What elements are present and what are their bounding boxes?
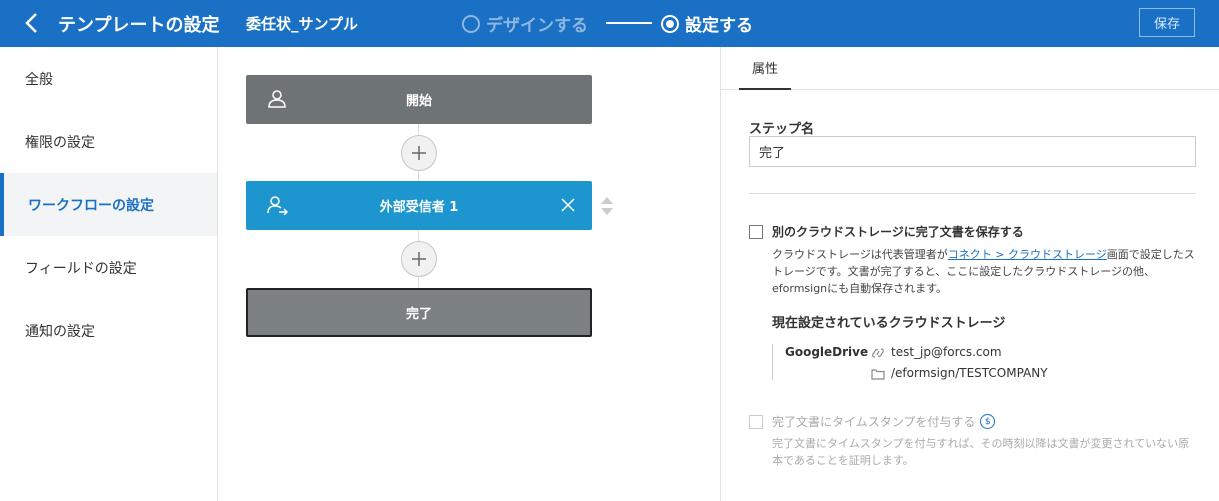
link-icon xyxy=(872,348,884,358)
workflow-canvas: 開始 外部受信者 1 完了 xyxy=(219,47,720,501)
workflow-step-start[interactable]: 開始 xyxy=(246,75,592,124)
top-header: テンプレートの設定 委任状_サンプル デザインする 設定する 保存 xyxy=(0,0,1219,47)
storage-account: test_jp@forcs.com xyxy=(891,345,1002,359)
step-settings[interactable]: 設定する xyxy=(661,11,753,36)
sidebar-item-general[interactable]: 全般 xyxy=(0,47,217,110)
current-storage-title: 現在設定されているクラウドストレージ xyxy=(772,316,1006,331)
sidebar-item-workflow[interactable]: ワークフローの設定 xyxy=(0,173,217,236)
cloud-save-description: クラウドストレージは代表管理者がコネクト > クラウドストレージ画面で設定したス… xyxy=(772,246,1197,297)
plus-icon xyxy=(412,252,426,266)
tab-properties[interactable]: 属性 xyxy=(739,47,791,90)
add-step-button[interactable] xyxy=(401,135,437,171)
timestamp-option: 完了文書にタイムスタンプを付与する $ xyxy=(772,413,996,430)
workflow-step-complete-label: 完了 xyxy=(405,307,432,322)
divider xyxy=(749,193,1196,194)
step-design-label: デザインする xyxy=(486,16,588,36)
back-arrow-icon[interactable] xyxy=(20,10,44,36)
radio-unselected-icon xyxy=(462,14,480,33)
document-name: 委任状_サンプル xyxy=(246,15,359,33)
workflow-step-external-recipient[interactable]: 外部受信者 1 xyxy=(246,181,592,230)
cloud-desc-text: クラウドストレージは代表管理者が xyxy=(772,248,948,261)
add-step-button[interactable] xyxy=(401,241,437,277)
cloud-save-checkbox[interactable] xyxy=(749,225,763,239)
step-connector xyxy=(606,22,652,24)
sidebar-item-notifications[interactable]: 通知の設定 xyxy=(0,299,217,362)
folder-icon xyxy=(871,369,885,380)
paid-feature-icon: $ xyxy=(980,414,996,429)
save-button[interactable]: 保存 xyxy=(1139,8,1195,37)
step-name-label: ステップ名 xyxy=(749,122,815,137)
close-icon[interactable] xyxy=(560,197,576,213)
plus-icon xyxy=(412,146,426,160)
sidebar-item-permissions[interactable]: 権限の設定 xyxy=(0,110,217,173)
properties-tab-bar: 属性 xyxy=(721,47,1219,90)
workflow-step-complete[interactable]: 完了 xyxy=(246,288,592,337)
cloud-storage-link[interactable]: コネクト > クラウドストレージ xyxy=(948,248,1107,261)
reorder-handle-icon[interactable] xyxy=(600,195,614,217)
workflow-step-start-label: 開始 xyxy=(405,94,432,109)
timestamp-description: 完了文書にタイムスタンプを付与すれば、その時刻以降は文書が変更されていない原本で… xyxy=(772,437,1190,467)
storage-indicator-line xyxy=(772,344,775,380)
step-settings-label: 設定する xyxy=(685,16,753,36)
person-icon xyxy=(268,90,286,108)
cloud-save-label: 別のクラウドストレージに完了文書を保存する xyxy=(772,225,1024,239)
page-title: テンプレートの設定 xyxy=(58,15,220,36)
step-design[interactable]: デザインする xyxy=(462,11,588,36)
storage-path: /eformsign/TESTCOMPANY xyxy=(891,366,1048,380)
timestamp-label: 完了文書にタイムスタンプを付与する xyxy=(772,415,976,429)
properties-panel: 属性 ステップ名 完了 別のクラウドストレージに完了文書を保存する クラウドスト… xyxy=(720,47,1219,501)
step-name-input[interactable]: 完了 xyxy=(749,136,1196,167)
workflow-step-external-label: 外部受信者 1 xyxy=(379,200,459,215)
person-arrow-icon xyxy=(267,196,288,215)
storage-name: GoogleDrive xyxy=(785,345,869,359)
timestamp-checkbox[interactable] xyxy=(749,415,763,429)
radio-selected-icon xyxy=(661,14,679,33)
settings-sidebar: 全般 権限の設定 ワークフローの設定 フィールドの設定 通知の設定 xyxy=(0,47,218,501)
sidebar-item-fields[interactable]: フィールドの設定 xyxy=(0,236,217,299)
